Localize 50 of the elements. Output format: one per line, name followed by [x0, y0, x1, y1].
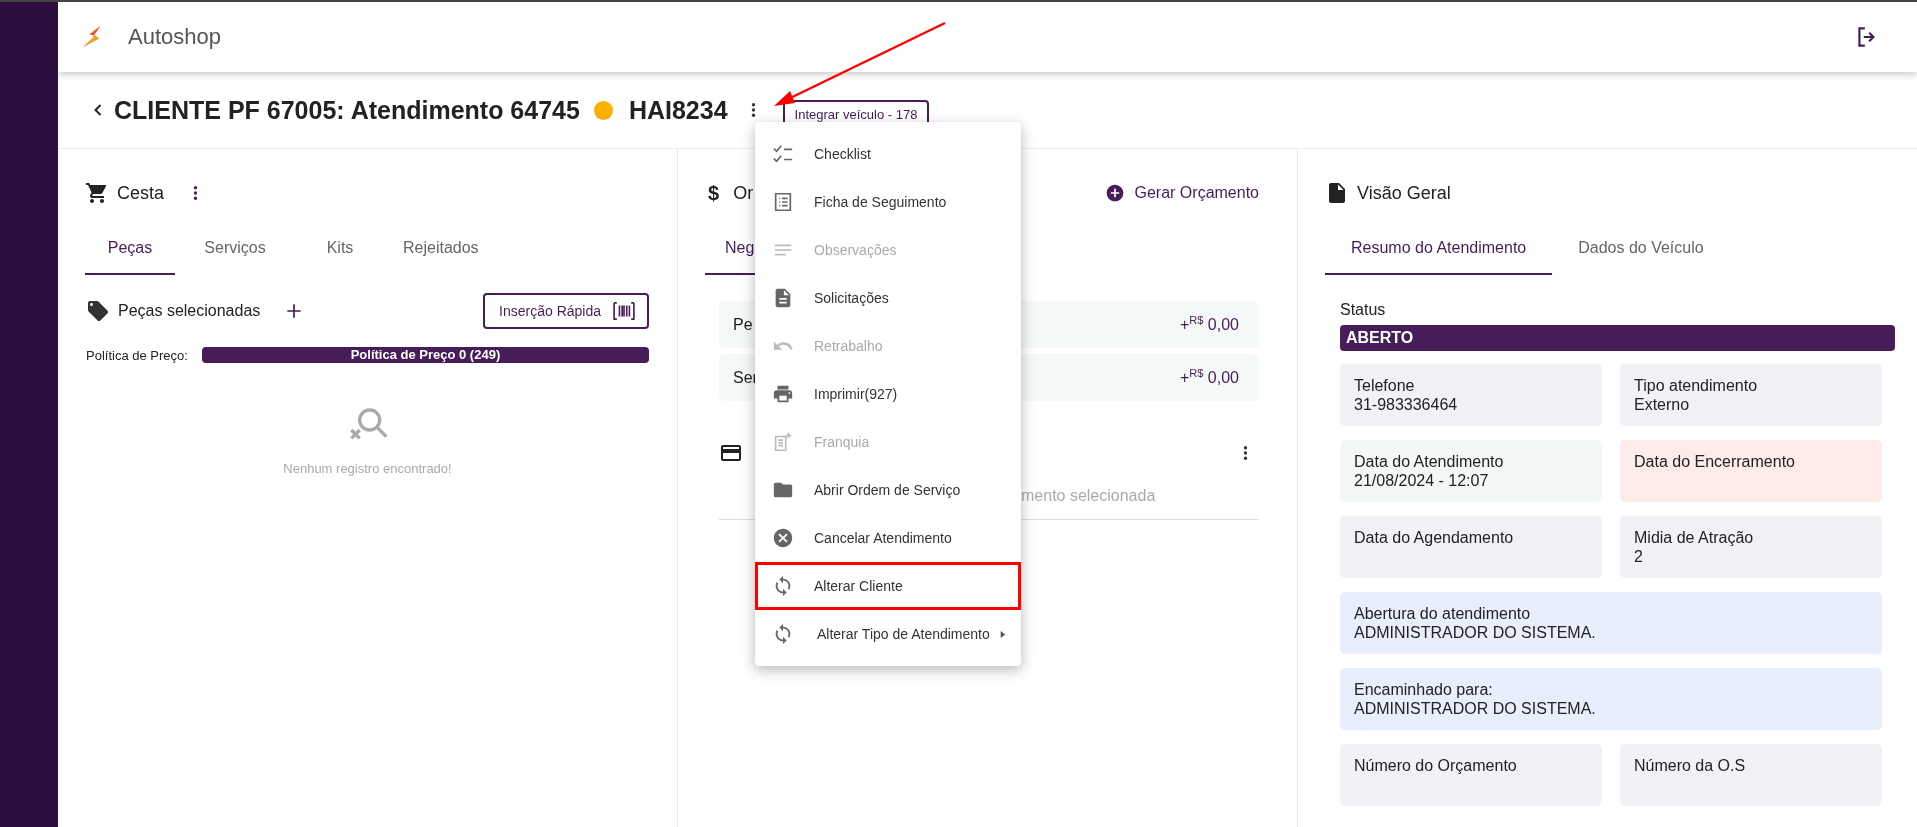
- menu-item[interactable]: Alterar Cliente: [755, 562, 1021, 610]
- tab[interactable]: Serviços: [175, 223, 295, 275]
- empty-message: mento selecionada: [1021, 487, 1156, 504]
- total-value: +$^{R$}$ 0,00: [1180, 314, 1239, 335]
- menu-item[interactable]: Imprimir(927): [755, 370, 1021, 418]
- menu-item[interactable]: Solicitações: [755, 274, 1021, 322]
- card-label: Encaminhado para:: [1354, 680, 1494, 699]
- dollar-icon: $: [708, 181, 720, 205]
- tab[interactable]: Rejeitados: [385, 223, 497, 275]
- tab[interactable]: Peças: [85, 223, 175, 275]
- menu-item[interactable]: Abrir Ordem de Serviço: [755, 466, 1021, 514]
- card-label: Número da O.S: [1634, 756, 1747, 775]
- page-title: CLIENTE PF 67005: Atendimento 64745: [114, 95, 580, 125]
- panel-title: Visão Geral: [1357, 182, 1451, 204]
- status-badge: ABERTO: [1340, 325, 1895, 351]
- price-policy-badge: Política de Preço 0 (249): [201, 347, 649, 363]
- total-label: Pe: [733, 315, 753, 334]
- generate-budget-button[interactable]: Gerar Orçamento: [1104, 183, 1259, 203]
- card-label: Tipo atendimento: [1634, 376, 1759, 395]
- app-name: Autoshop: [128, 24, 221, 50]
- empty-message: Nenhum registro encontrado!: [283, 461, 452, 476]
- card-label: Abertura do atendimento: [1354, 604, 1532, 623]
- card-value: 21/08/2024 - 12:07: [1354, 471, 1490, 490]
- quick-insert-button[interactable]: Inserção Rápida: [483, 293, 649, 329]
- card-value: ADMINISTRADOR DO SISTEMA.: [1354, 623, 1597, 642]
- card-value: 2: [1634, 547, 1644, 566]
- card-label: Data do Encerramento: [1634, 452, 1796, 471]
- total-value: +$^{R$}$ 0,00: [1180, 367, 1239, 388]
- menu-item[interactable]: Alterar Tipo de Atendimento: [755, 610, 1021, 658]
- card-value: ADMINISTRADOR DO SISTEMA.: [1354, 699, 1597, 718]
- card-value: 31-983336464: [1354, 395, 1459, 414]
- price-policy-label: Política de Preço:: [86, 347, 188, 363]
- tab[interactable]: Resumo do Atendimento: [1325, 223, 1553, 275]
- card-label: Data do Atendimento: [1354, 452, 1505, 471]
- card-label: Número do Orçamento: [1354, 756, 1518, 775]
- menu-item[interactable]: Checklist: [755, 130, 1021, 178]
- card-value: Externo: [1634, 395, 1691, 414]
- tab[interactable]: Kits: [295, 223, 385, 275]
- card-label: Data do Agendamento: [1354, 528, 1515, 547]
- tab[interactable]: Dados do Veículo: [1552, 223, 1730, 275]
- menu-item[interactable]: Ficha de Seguimento: [755, 178, 1021, 226]
- menu-item[interactable]: Cancelar Atendimento: [755, 514, 1021, 562]
- card-label: Midia de Atração: [1634, 528, 1755, 547]
- total-label: Ser: [733, 368, 758, 387]
- panel-title: Cesta: [117, 182, 165, 204]
- section-title: Peças selecionadas: [118, 302, 261, 320]
- card-label: Telefone: [1354, 376, 1416, 395]
- panel-title: Or: [733, 182, 754, 204]
- plate-number: HAI8234: [628, 95, 728, 125]
- status-label: Status: [1340, 301, 1387, 319]
